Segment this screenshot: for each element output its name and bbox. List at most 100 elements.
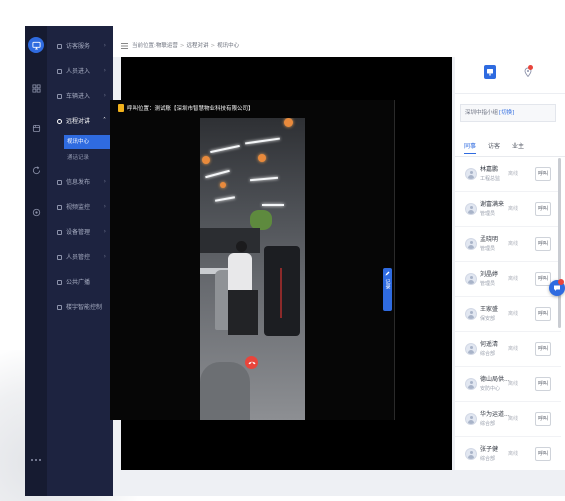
avatar <box>465 203 477 215</box>
call-button[interactable]: 呼叫 <box>535 412 551 426</box>
contact-row[interactable]: 孟晓明 管理员 离线 呼叫 <box>455 227 561 262</box>
sidebar-item-person-entry[interactable]: 人员进入 › <box>47 59 113 84</box>
call-button[interactable]: 呼叫 <box>535 377 551 391</box>
monitor-tab-button[interactable] <box>484 65 496 79</box>
avatar <box>465 238 477 250</box>
contact-name: 德山局供... <box>480 376 510 383</box>
contact-tabs: 同事 访客 业主 <box>464 143 536 154</box>
side-tool-label: 记录 <box>384 279 391 289</box>
call-button[interactable]: 呼叫 <box>535 237 551 251</box>
contact-list-scrollbar[interactable] <box>558 158 561 328</box>
contact-name: 刘晶婷 <box>480 271 499 278</box>
contact-role: 管理员 <box>480 211 496 217</box>
contact-row[interactable]: 王家盛 保安部 离线 呼叫 <box>455 297 561 332</box>
location-tab-button[interactable] <box>522 65 534 79</box>
breadcrumb: 当前位置: 物联运营 > 远程对讲 > 视讯中心 <box>121 43 239 49</box>
tab-colleagues[interactable]: 同事 <box>464 143 477 154</box>
avatar <box>465 413 477 425</box>
call-button[interactable]: 呼叫 <box>535 447 551 461</box>
sidebar-item-intercom[interactable]: 远程对讲 ˄ <box>47 109 113 134</box>
contact-role: 安防中心 <box>480 386 501 392</box>
breadcrumb-link[interactable]: 物联运营 <box>156 43 178 49</box>
call-button[interactable]: 呼叫 <box>535 272 551 286</box>
project-selector[interactable]: 深圳中指小组[切换] <box>460 104 556 122</box>
more-icon[interactable] <box>31 459 41 462</box>
tab-owners[interactable]: 业主 <box>512 143 524 154</box>
scene-light <box>245 137 280 145</box>
call-button[interactable]: 呼叫 <box>535 167 551 181</box>
scene-plant <box>250 210 272 230</box>
avatar <box>465 448 477 460</box>
iconbar-button-grid[interactable] <box>29 81 43 95</box>
iconbar-button-monitor[interactable] <box>28 37 44 53</box>
people-control-icon <box>57 255 62 260</box>
tab-visitors[interactable]: 访客 <box>488 143 500 154</box>
avatar <box>465 168 477 180</box>
avatar <box>465 273 477 285</box>
breadcrumb-link[interactable]: 远程对讲 <box>186 43 208 49</box>
sidebar-item-vehicle-entry[interactable]: 车辆进入 › <box>47 84 113 109</box>
contact-name: 张子健 <box>480 446 499 453</box>
monitor-icon <box>486 68 494 76</box>
scene-lantern <box>258 154 266 162</box>
scene-light <box>210 144 240 154</box>
call-title: 呼叫位置：测试账【深圳市智慧物业科技有限公司】 <box>127 105 254 112</box>
chevron-right-icon: › <box>103 178 106 185</box>
contact-status: 离线 <box>508 346 519 352</box>
iconbar-button-refresh[interactable] <box>29 163 43 177</box>
call-button[interactable]: 呼叫 <box>535 307 551 321</box>
scene-light <box>205 169 230 179</box>
contact-row[interactable]: 德山局供... 安防中心 离线 呼叫 <box>455 367 561 402</box>
settings-icon <box>32 208 41 217</box>
top-bar: 当前位置: 物联运营 > 远程对讲 > 视讯中心 <box>113 26 565 57</box>
chevron-right-icon: › <box>103 67 106 74</box>
sidebar-subitem-1[interactable]: 视讯中心 <box>47 134 113 150</box>
sidebar-subitem-2[interactable]: 通话记录 <box>47 150 113 166</box>
sidebar-item-label: 车辆进入 <box>66 92 91 100</box>
scene-chair <box>264 246 300 336</box>
person-entry-icon <box>57 69 62 74</box>
sidebar-item-building[interactable]: 楼宇智能控制 <box>47 295 113 320</box>
call-button[interactable]: 呼叫 <box>535 202 551 216</box>
sidebar-item-label: 楼宇智能控制 <box>66 303 103 311</box>
sidebar-item-broadcast[interactable]: 公共广播 <box>47 270 113 295</box>
contact-role: 管理员 <box>480 281 496 287</box>
avatar <box>465 343 477 355</box>
hang-up-button[interactable] <box>245 356 258 369</box>
sidebar: 访客服务 › 人员进入 › 车辆进入 › 远程对讲 ˄ 视讯中心 通话记录 信息发布 › 视频监控 › 设备… <box>47 26 113 496</box>
sidebar-item-publish[interactable]: 信息发布 › <box>47 170 113 195</box>
chevron-right-icon: › <box>103 42 106 49</box>
sidebar-item-label: 设备管理 <box>66 228 91 236</box>
refresh-icon <box>32 165 41 175</box>
sidebar-item-visitor[interactable]: 访客服务 › <box>47 34 113 59</box>
sidebar-item-people-control[interactable]: 人员管控 › <box>47 245 113 270</box>
contact-row[interactable]: 谢富满来 管理员 离线 呼叫 <box>455 192 561 227</box>
contact-role: 工程总监 <box>480 176 501 182</box>
sidebar-item-camera[interactable]: 视频监控 › <box>47 195 113 220</box>
iconbar-button-settings[interactable] <box>29 205 43 219</box>
call-button[interactable]: 呼叫 <box>535 342 551 356</box>
divider <box>455 93 565 94</box>
scene-light <box>262 204 284 206</box>
call-header: 呼叫位置：测试账【深圳市智慧物业科技有限公司】 <box>110 100 395 117</box>
contact-row[interactable]: 张子健 综合部 离线 呼叫 <box>455 437 561 470</box>
contact-row[interactable]: 华为运道... 综合部 离线 呼叫 <box>455 402 561 437</box>
contact-row[interactable]: 刘晶婷 管理员 离线 呼叫 <box>455 262 561 297</box>
iconbar-button-database[interactable] <box>29 121 43 135</box>
hang-up-icon <box>248 360 256 365</box>
device-icon <box>57 230 62 235</box>
contact-row[interactable]: 林嘉鹏 工程总监 离线 呼叫 <box>455 157 561 192</box>
contact-status: 离线 <box>508 451 519 457</box>
contact-row[interactable]: 何遥清 综合部 离线 呼叫 <box>455 332 561 367</box>
contact-name: 林嘉鹏 <box>480 166 499 173</box>
project-switch-link[interactable]: [切换] <box>499 110 514 116</box>
contact-status: 离线 <box>508 416 519 422</box>
sidebar-item-device[interactable]: 设备管理 › <box>47 220 113 245</box>
contact-status: 离线 <box>508 381 519 387</box>
building-icon <box>57 305 62 310</box>
call-side-toolbar[interactable]: 记录 <box>383 268 392 311</box>
sidebar-item-label: 人员进入 <box>66 67 91 75</box>
avatar <box>465 308 477 320</box>
scene-lantern <box>202 156 210 164</box>
menu-icon[interactable] <box>121 43 128 49</box>
